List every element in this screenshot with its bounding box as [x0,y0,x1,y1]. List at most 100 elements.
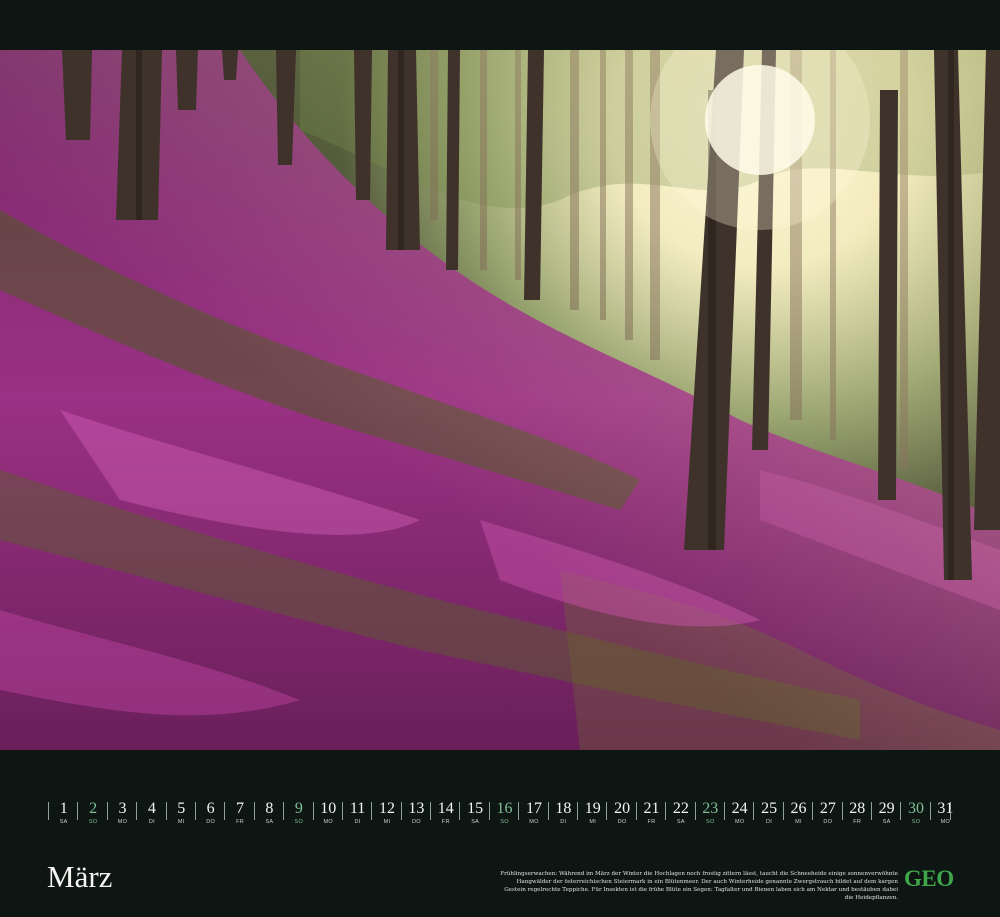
day-separator [283,802,285,820]
calendar-day: 8 SA [253,800,283,830]
day-separator [518,802,520,820]
weekday-label: MO [323,819,333,825]
day-number: 22 [672,800,689,817]
day-separator [77,802,79,820]
calendar-day: 1 SA [48,800,77,830]
weekday-label: DO [823,819,833,825]
calendar-day: 5 MI [165,800,195,830]
calendar-day: 6 DO [194,800,224,830]
weekday-label: FR [441,819,450,825]
day-separator [900,802,902,820]
calendar-day-strip: 1 SA 2 SO 3 MO 4 DI 5 MI 6 DO 7 FR 8 SA 9 SO 10 MO 11 DI 12 MI 1… [48,800,959,830]
calendar-day: 2 SO [77,800,106,830]
weekday-label: SA [471,819,480,825]
day-separator [547,802,549,820]
day-number: 25 [761,800,778,817]
calendar-day: 18 DI [547,800,577,830]
day-separator [341,802,343,820]
weekday-label: MI [383,819,391,825]
calendar-day: 13 DO [400,800,430,830]
day-separator [812,802,814,820]
day-number: 17 [525,800,542,817]
calendar-day: 25 DI [753,800,782,830]
day-number: 14 [437,800,454,817]
day-separator [488,802,490,820]
day-separator [577,802,579,820]
weekday-label: DI [766,819,773,825]
day-number: 12 [378,800,395,817]
weekday-label: SA [676,819,685,825]
weekday-label: MI [177,819,185,825]
day-separator [430,802,432,820]
calendar-day: 27 DO [812,800,841,830]
weekday-label: MI [795,819,802,825]
day-separator [782,802,784,820]
weekday-label: FR [853,819,862,825]
weekday-label: DO [206,819,216,825]
weekday-label: FR [647,819,656,825]
day-number: 21 [643,800,660,817]
day-number: 16 [496,800,513,817]
day-separator [606,802,608,820]
weekday-label: SO [911,819,921,825]
calendar-photo [0,50,1000,750]
weekday-label: MO [734,819,745,825]
weekday-label: DO [617,819,627,825]
day-number: 28 [849,800,866,817]
day-number: 23 [702,800,719,817]
day-separator [312,802,314,820]
photo-caption: Frühlingserwachen: Während im März der W… [500,871,898,901]
day-separator [950,802,951,820]
day-separator [694,802,696,820]
day-separator [194,802,196,820]
day-number: 10 [320,800,337,817]
weekday-label: DI [354,819,361,825]
day-separator [841,802,843,820]
weekday-label: SO [88,819,98,825]
day-separator [929,802,931,820]
weekday-label: MI [589,819,597,825]
calendar-day: 12 MI [371,800,400,830]
day-number: 9 [294,800,303,817]
day-number: 11 [349,800,366,817]
calendar-day: 29 SA [870,800,900,830]
day-number: 4 [147,800,156,817]
day-number: 5 [177,800,186,817]
calendar-day: 23 SO [694,800,724,830]
calendar-day: 24 MO [723,800,753,830]
day-number: 2 [89,800,98,817]
calendar-day: 10 MO [312,800,342,830]
geo-logo: GEO [904,866,954,891]
day-number: 26 [790,800,807,817]
day-number: 15 [467,800,484,817]
calendar-day: 7 FR [224,800,253,830]
calendar-day: 21 FR [635,800,665,830]
day-number: 31 [937,800,954,817]
weekday-label: SO [294,819,304,825]
day-number: 7 [236,800,245,817]
day-separator [753,802,755,820]
day-number: 19 [584,800,601,817]
day-number: 18 [555,800,572,817]
weekday-label: DO [411,819,421,825]
calendar-day: 16 SO [488,800,518,830]
calendar-day: 30 SO [900,800,929,830]
calendar-day: 15 SA [459,800,488,830]
weekday-label: MO [529,819,539,825]
calendar-day: 31 MO [929,800,959,830]
calendar-day: 9 SO [283,800,312,830]
day-number: 8 [265,800,274,817]
day-number: 3 [118,800,127,817]
day-number: 13 [408,800,425,817]
calendar-day: 3 MO [106,800,136,830]
day-separator [723,802,725,820]
calendar-day: 28 FR [841,800,871,830]
day-number: 20 [614,800,631,817]
day-separator [870,802,872,820]
day-number: 24 [731,800,748,817]
calendar-day: 19 MI [577,800,606,830]
heather-forest-image [0,50,1000,750]
weekday-label: DI [148,819,155,825]
day-separator [106,802,108,820]
weekday-label: MO [117,819,128,825]
